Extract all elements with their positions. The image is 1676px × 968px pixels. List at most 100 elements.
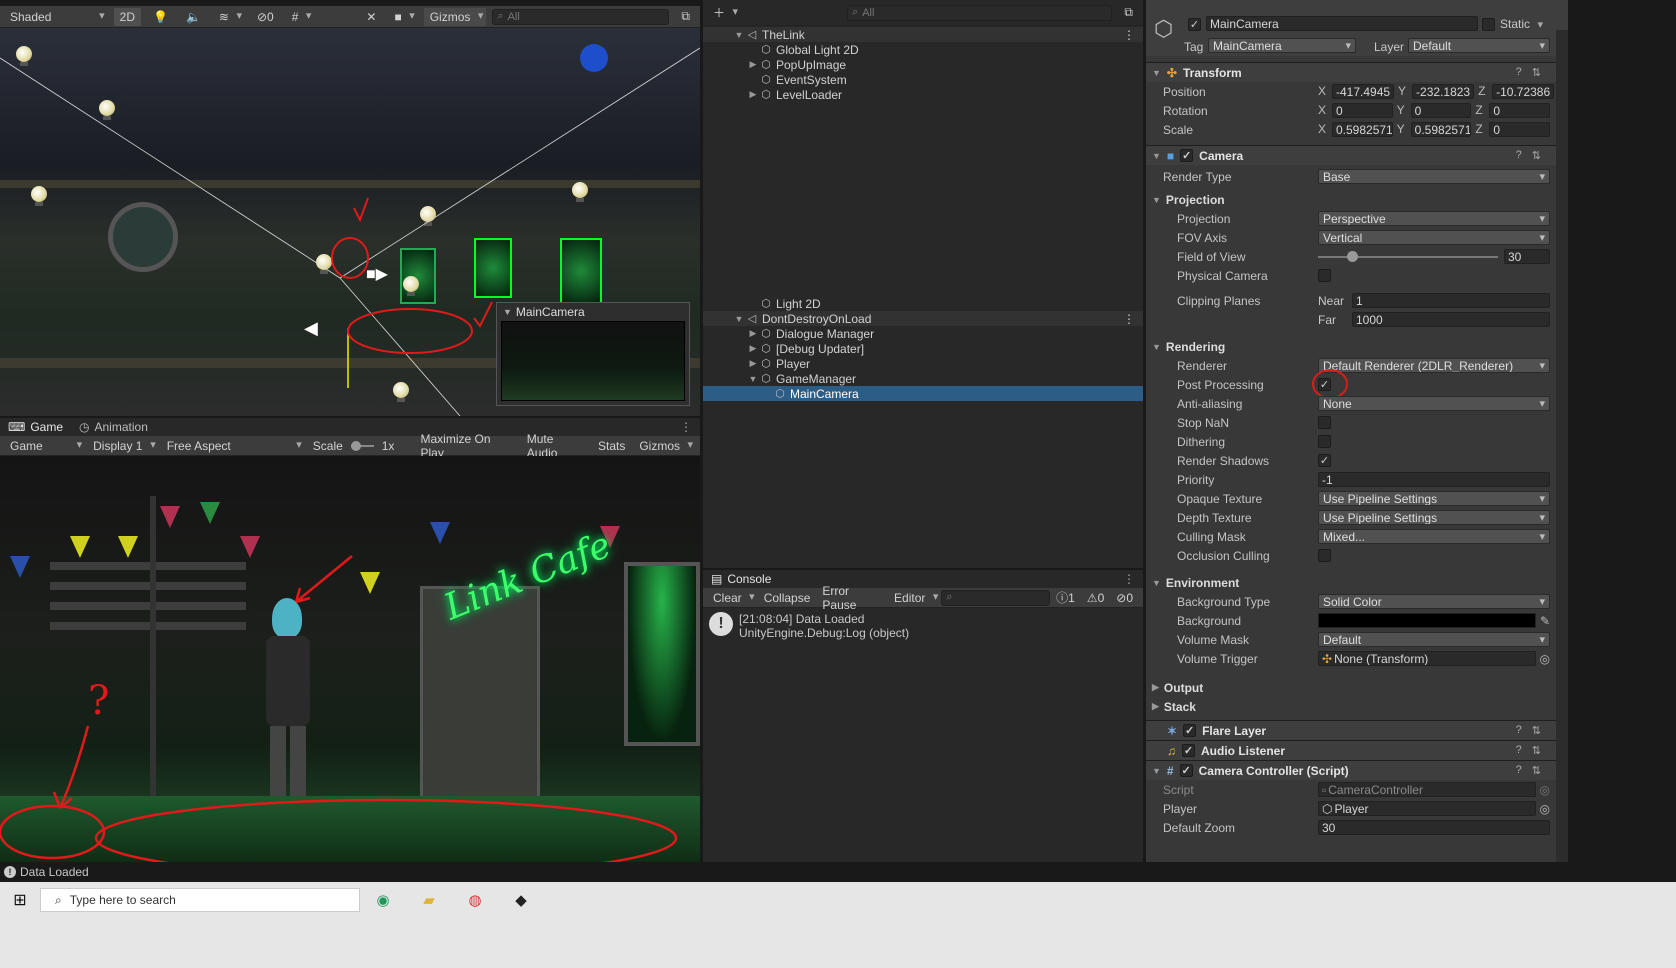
fov-field[interactable]: 30	[1504, 249, 1550, 264]
depth-texture-dropdown[interactable]: Use Pipeline Settings	[1318, 510, 1550, 525]
error-filter-toggle[interactable]: ⊘ 0	[1110, 589, 1139, 607]
audio-listener-header[interactable]: ♫ ✓ Audio Listener ?⇅⋮	[1146, 740, 1568, 760]
lighting-icon[interactable]: 💡	[147, 8, 174, 26]
render-type-dropdown[interactable]: Base	[1318, 169, 1550, 184]
physical-camera-checkbox[interactable]	[1318, 269, 1331, 282]
camera-controller-header[interactable]: ▼ # ✓ Camera Controller (Script) ?⇅⋮	[1146, 760, 1568, 780]
help-icon[interactable]: ?	[1516, 724, 1522, 737]
edge-icon[interactable]: ◉	[360, 888, 406, 912]
anti-aliasing-dropdown[interactable]: None	[1318, 396, 1550, 411]
foldout-arrow-icon[interactable]: ▼	[503, 307, 512, 317]
file-explorer-icon[interactable]: ▰	[406, 888, 452, 912]
hierarchy-row[interactable]: ⬡ Light 2D	[703, 296, 1143, 311]
status-text[interactable]: Data Loaded	[20, 865, 89, 879]
hierarchy-row[interactable]: ▶ ⬡ LevelLoader	[703, 87, 1143, 102]
eyedropper-icon[interactable]: ✎	[1540, 614, 1550, 628]
maximize-on-play-toggle[interactable]: Maximize On Play	[415, 432, 519, 460]
error-pause-toggle[interactable]: Error Pause	[816, 584, 888, 612]
camera-controller-checkbox[interactable]: ✓	[1179, 764, 1193, 777]
editor-dropdown[interactable]: Editor	[888, 589, 941, 607]
scale-y-field[interactable]: 0.5982571	[1410, 122, 1472, 137]
lock-icon[interactable]: ⧉	[1118, 4, 1139, 22]
effects-icon[interactable]: ≋	[213, 8, 245, 26]
info-filter-toggle[interactable]: ⓘ 1	[1050, 589, 1081, 607]
flare-layer-checkbox[interactable]: ✓	[1183, 724, 1197, 737]
fov-slider[interactable]	[1318, 250, 1498, 262]
hierarchy-row[interactable]: ⬡ EventSystem	[703, 72, 1143, 87]
clear-button[interactable]: Clear	[707, 589, 758, 607]
preset-icon[interactable]: ⇅	[1532, 764, 1541, 777]
scale-slider[interactable]	[350, 440, 374, 451]
scene-canvas[interactable]: ◀ ■▶ ▼ MainCamera	[0, 28, 700, 416]
chrome-icon[interactable]: ◍	[452, 888, 498, 912]
preset-icon[interactable]: ⇅	[1532, 66, 1541, 79]
inspector-scrollbar[interactable]	[1556, 30, 1568, 862]
expand-arrow-icon[interactable]: ▶	[747, 59, 759, 70]
hierarchy-row[interactable]: ▶ ⬡ [Debug Updater]	[703, 341, 1143, 356]
help-icon[interactable]: ?	[1516, 744, 1522, 757]
projection-foldout[interactable]: ▼ Projection	[1146, 190, 1568, 209]
scene-search-input[interactable]: ⌕ All	[492, 8, 670, 25]
opaque-texture-dropdown[interactable]: Use Pipeline Settings	[1318, 491, 1550, 506]
panel-menu-icon[interactable]: ⋮	[1123, 572, 1135, 586]
windows-start-icon[interactable]: ⊞	[0, 888, 40, 912]
rotation-z-field[interactable]: 0	[1489, 103, 1551, 118]
preset-icon[interactable]: ⇅	[1532, 149, 1541, 162]
console-search-input[interactable]: ⌕	[941, 589, 1051, 606]
game-gizmos-toggle[interactable]: Gizmos	[633, 437, 696, 455]
expand-arrow-icon[interactable]: ▼	[733, 30, 745, 40]
expand-arrow-icon[interactable]: ▶	[747, 343, 759, 354]
camera-header[interactable]: ▼ ■ ✓ Camera ?⇅⋮	[1146, 145, 1568, 165]
camera-preview-overlay[interactable]: ▼ MainCamera	[496, 302, 690, 406]
default-zoom-field[interactable]: 30	[1318, 820, 1550, 835]
rendering-foldout[interactable]: ▼ Rendering	[1146, 337, 1568, 356]
position-z-field[interactable]: -10.72386	[1492, 84, 1555, 99]
static-checkbox[interactable]	[1482, 18, 1495, 31]
object-picker-icon[interactable]: ◎	[1540, 652, 1550, 666]
stats-toggle[interactable]: Stats	[592, 437, 631, 455]
expand-arrow-icon[interactable]: ▶	[747, 358, 759, 369]
rotation-y-field[interactable]: 0	[1410, 103, 1472, 118]
hierarchy-row[interactable]: ▼ ⬡ GameManager	[703, 371, 1143, 386]
scene-gizmos-button[interactable]: Gizmos	[423, 7, 487, 26]
layer-dropdown[interactable]: Default	[1408, 38, 1550, 53]
expand-arrow-icon[interactable]: ▼	[733, 314, 745, 324]
scene-menu-icon[interactable]: ⋮	[1123, 312, 1135, 326]
culling-mask-dropdown[interactable]: Mixed...	[1318, 529, 1550, 544]
player-field[interactable]: ⬡ Player	[1318, 801, 1536, 816]
tools-icon[interactable]: ✕	[360, 8, 382, 26]
camera-icon[interactable]: ■	[388, 8, 417, 26]
scale-x-field[interactable]: 0.5982571	[1332, 122, 1393, 137]
game-canvas[interactable]: Link Cafe ?	[0, 456, 700, 862]
collapse-toggle[interactable]: Collapse	[758, 589, 817, 607]
background-color-swatch[interactable]	[1318, 613, 1536, 628]
far-field[interactable]: 1000	[1352, 312, 1550, 327]
unity-icon[interactable]: ◆	[498, 888, 544, 912]
help-icon[interactable]: ?	[1516, 149, 1522, 162]
static-dropdown[interactable]: Static	[1500, 17, 1546, 31]
maximize-icon[interactable]: ⧉	[675, 8, 696, 26]
audio-listener-checkbox[interactable]: ✓	[1182, 744, 1195, 757]
panel-menu-icon[interactable]: ⋮	[680, 420, 692, 434]
create-button[interactable]: ＋	[707, 4, 741, 22]
taskbar-search-input[interactable]: ⌕ Type here to search	[40, 888, 360, 912]
priority-field[interactable]: -1	[1318, 472, 1550, 487]
shading-mode-dropdown[interactable]: Shaded	[4, 8, 108, 26]
2d-toggle[interactable]: 2D	[113, 7, 141, 26]
tag-dropdown[interactable]: MainCamera	[1208, 38, 1356, 53]
stack-foldout[interactable]: ▶ Stack	[1146, 697, 1568, 716]
dithering-checkbox[interactable]	[1318, 435, 1331, 448]
mute-audio-toggle[interactable]: Mute Audio	[521, 432, 590, 460]
volume-trigger-field[interactable]: ✣ None (Transform)	[1318, 651, 1536, 666]
stop-nan-checkbox[interactable]	[1318, 416, 1331, 429]
grid-icon[interactable]: #	[286, 8, 315, 26]
expand-arrow-icon[interactable]: ▶	[747, 89, 759, 100]
scale-z-field[interactable]: 0	[1489, 122, 1551, 137]
volume-mask-dropdown[interactable]: Default	[1318, 632, 1550, 647]
render-shadows-checkbox[interactable]: ✓	[1318, 454, 1331, 467]
hierarchy-row[interactable]: ▶ ⬡ PopUpImage	[703, 57, 1143, 72]
warning-filter-toggle[interactable]: ⚠ 0	[1081, 589, 1110, 607]
camera-enabled-checkbox[interactable]: ✓	[1180, 149, 1194, 162]
tab-game[interactable]: ⌨ Game	[0, 418, 71, 436]
position-y-field[interactable]: -232.1823	[1412, 84, 1475, 99]
